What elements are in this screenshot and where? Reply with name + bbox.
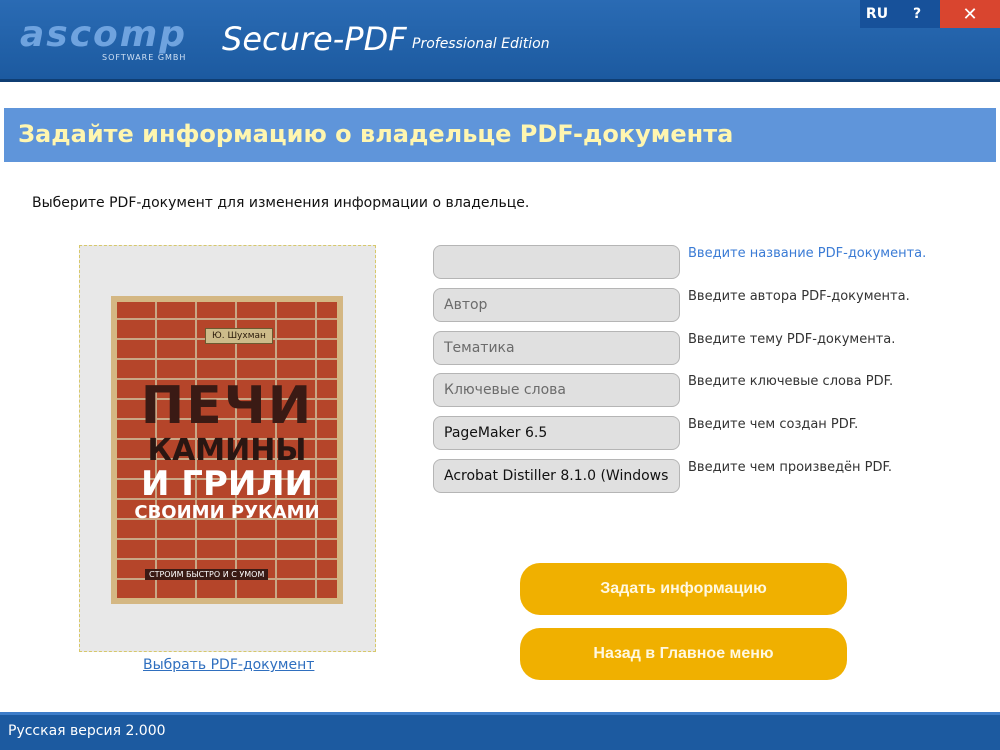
title-field[interactable] xyxy=(433,245,680,279)
author-field[interactable] xyxy=(433,288,680,322)
ascomp-logo: ascomp SOFTWARE GMBH xyxy=(20,14,210,66)
pdf-preview-panel[interactable]: Ю. Шухман ПЕЧИ КАМИНЫ И ГРИЛИ СВОИМИ РУК… xyxy=(79,245,376,652)
app-name: Secure-PDF xyxy=(222,20,407,58)
help-button[interactable]: ? xyxy=(894,0,940,28)
edition-label: Professional Edition xyxy=(412,36,550,52)
keywords-hint: Введите ключевые слова PDF. xyxy=(688,374,894,389)
status-bar: Русская версия 2.000 xyxy=(0,712,1000,750)
instruction-text: Выберите PDF-документ для изменения инфо… xyxy=(32,195,530,211)
set-info-button[interactable]: Задать информацию xyxy=(520,563,847,615)
logo-text: ascomp xyxy=(20,14,188,55)
pdf-cover-thumbnail: Ю. Шухман ПЕЧИ КАМИНЫ И ГРИЛИ СВОИМИ РУК… xyxy=(111,296,343,604)
cover-title-line-1: ПЕЧИ xyxy=(140,376,314,436)
version-label: Русская версия 2.000 xyxy=(8,723,166,739)
section-header: Задайте информацию о владельце PDF-докум… xyxy=(4,108,996,162)
select-pdf-link[interactable]: Выбрать PDF-документ xyxy=(143,657,314,673)
back-to-main-button[interactable]: Назад в Главное меню xyxy=(520,628,847,680)
title-bar: ascomp SOFTWARE GMBH Secure-PDF Professi… xyxy=(0,0,1000,82)
creator-field[interactable] xyxy=(433,416,680,450)
cover-title-line-2: КАМИНЫ xyxy=(147,433,307,468)
cover-title-line-3: И ГРИЛИ xyxy=(140,464,314,504)
cover-author: Ю. Шухман xyxy=(205,328,273,344)
close-button[interactable]: ✕ xyxy=(940,0,1000,28)
author-hint: Введите автора PDF-документа. xyxy=(688,289,910,304)
cover-bottom-text: СТРОИМ БЫСТРО И С УМОМ xyxy=(145,569,269,580)
creator-hint: Введите чем создан PDF. xyxy=(688,417,859,432)
page-title: Задайте информацию о владельце PDF-докум… xyxy=(18,120,734,148)
producer-field[interactable] xyxy=(433,459,680,493)
window-controls: RU ? ✕ xyxy=(860,0,1000,28)
title-hint: Введите название PDF-документа. xyxy=(688,246,927,261)
cover-title-line-4: СВОИМИ РУКАМИ xyxy=(134,502,320,523)
producer-hint: Введите чем произведён PDF. xyxy=(688,460,893,475)
keywords-field[interactable] xyxy=(433,373,680,407)
subject-hint: Введите тему PDF-документа. xyxy=(688,332,896,347)
subject-field[interactable] xyxy=(433,331,680,365)
logo-subtitle: SOFTWARE GMBH xyxy=(102,53,187,62)
language-button[interactable]: RU xyxy=(860,0,894,28)
